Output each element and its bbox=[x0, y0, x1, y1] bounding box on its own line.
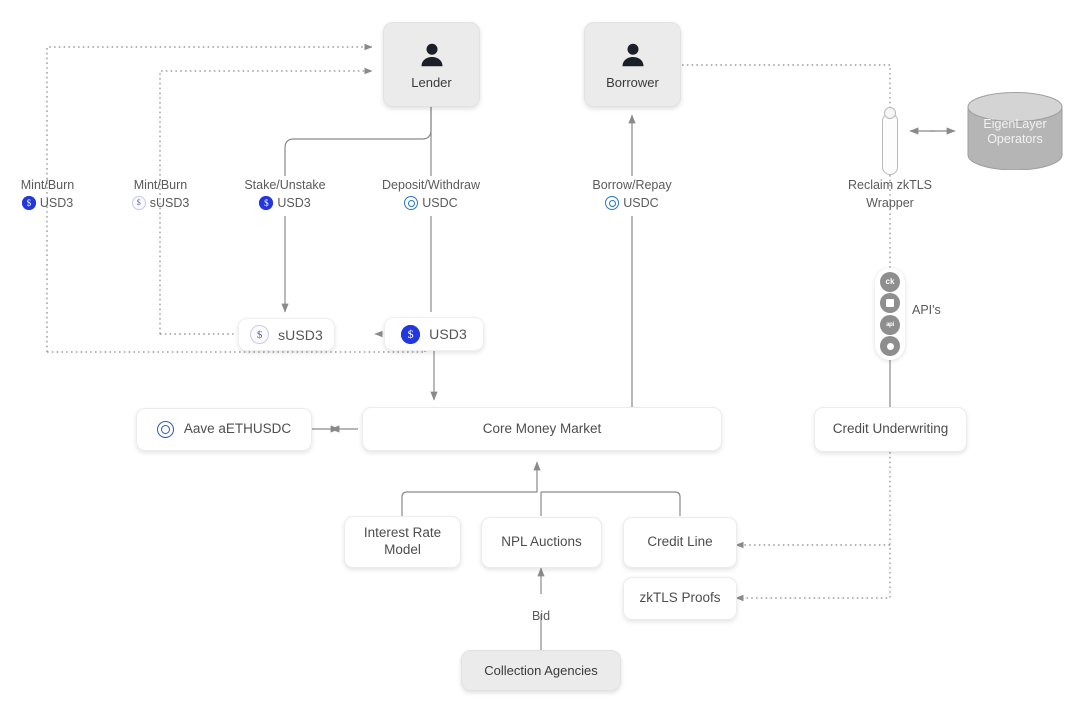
susd3-coin-icon bbox=[250, 325, 270, 344]
box-npl-auctions[interactable]: NPL Auctions bbox=[481, 517, 602, 568]
dot-api-icon bbox=[880, 336, 900, 357]
cylinder-label: EigenLayer Operators bbox=[965, 117, 1065, 147]
actor-borrower[interactable]: Borrower bbox=[584, 22, 681, 107]
person-icon bbox=[421, 43, 442, 66]
edge-label-line2: USDC bbox=[623, 196, 659, 211]
usd3-coin-icon bbox=[21, 196, 36, 211]
api-connectors-capsule[interactable]: ck api bbox=[875, 268, 905, 360]
usd3-coin-icon bbox=[259, 196, 274, 211]
box-aave-aethusdc[interactable]: Aave aETHUSDC bbox=[136, 408, 312, 451]
edge-label-line2: USD3 bbox=[277, 196, 311, 211]
box-credit-underwriting-label: Credit Underwriting bbox=[832, 421, 949, 437]
edge-label-line2: USDC bbox=[422, 196, 458, 211]
box-credit-line[interactable]: Credit Line bbox=[623, 517, 737, 568]
edge-label-borrow-repay: Borrow/Repay USDC bbox=[570, 176, 694, 212]
diagram-edges bbox=[46, 43, 956, 650]
api-label: API's bbox=[912, 303, 941, 317]
usd3-coin-icon bbox=[401, 324, 421, 344]
architecture-diagram: Lender Borrower Mint/Burn USD3 Mint/Burn… bbox=[0, 0, 1069, 709]
aave-coin-icon bbox=[156, 421, 174, 438]
edge-label-line1: Reclaim zkTLS bbox=[847, 178, 933, 192]
token-pill-susd3-label: sUSD3 bbox=[278, 326, 323, 343]
box-core-money-market-label: Core Money Market bbox=[482, 420, 602, 436]
bars-api-icon: api bbox=[880, 314, 900, 335]
cylinder-eigenlayer-operators[interactable]: EigenLayer Operators bbox=[965, 92, 1065, 170]
box-interest-rate-model[interactable]: Interest Rate Model bbox=[344, 516, 461, 568]
edge-label-line1: Mint/Burn bbox=[20, 178, 75, 192]
edge-label-line1: Deposit/Withdraw bbox=[382, 178, 480, 192]
box-zktls-proofs-label: zkTLS Proofs bbox=[639, 590, 721, 606]
edge-label-mint-burn-usd3: Mint/Burn USD3 bbox=[0, 176, 95, 212]
edge-label-line2: USD3 bbox=[39, 196, 74, 211]
edge-label-line2: sUSD3 bbox=[149, 196, 190, 211]
box-zktls-proofs[interactable]: zkTLS Proofs bbox=[623, 577, 737, 620]
actor-borrower-label: Borrower bbox=[606, 74, 659, 90]
square-api-icon bbox=[880, 293, 900, 314]
person-icon bbox=[622, 43, 643, 66]
edge-label-deposit-withdraw: Deposit/Withdraw USDC bbox=[367, 176, 495, 212]
edge-label-stake-unstake: Stake/Unstake USD3 bbox=[229, 176, 341, 212]
box-collection-agencies-label: Collection Agencies bbox=[484, 663, 598, 678]
box-aave-aethusdc-label: Aave aETHUSDC bbox=[183, 421, 292, 437]
edge-label-mint-burn-susd3: Mint/Burn sUSD3 bbox=[113, 176, 208, 212]
token-pill-usd3-label: USD3 bbox=[429, 326, 467, 342]
token-pill-susd3[interactable]: sUSD3 bbox=[238, 318, 335, 351]
usdc-coin-icon bbox=[404, 196, 419, 211]
ck-api-icon: ck bbox=[880, 271, 900, 292]
box-npl-auctions-label: NPL Auctions bbox=[501, 534, 582, 550]
token-pill-usd3[interactable]: USD3 bbox=[384, 317, 484, 351]
box-credit-line-label: Credit Line bbox=[647, 534, 713, 550]
edge-label-line1: Stake/Unstake bbox=[244, 178, 326, 192]
box-credit-underwriting[interactable]: Credit Underwriting bbox=[814, 407, 967, 452]
susd3-coin-icon bbox=[131, 196, 146, 211]
actor-lender-label: Lender bbox=[411, 74, 452, 90]
box-collection-agencies[interactable]: Collection Agencies bbox=[461, 650, 621, 691]
cylinder-label-line1: EigenLayer bbox=[983, 117, 1047, 132]
edge-label-reclaim-wrapper: Reclaim zkTLS Wrapper bbox=[828, 176, 952, 212]
cylinder-label-line2: Operators bbox=[987, 132, 1043, 147]
actor-lender[interactable]: Lender bbox=[383, 22, 480, 107]
usdc-coin-icon bbox=[605, 196, 620, 211]
edge-label-line2: Wrapper bbox=[866, 196, 914, 211]
edge-label-bid: Bid bbox=[513, 607, 569, 625]
box-core-money-market[interactable]: Core Money Market bbox=[362, 407, 722, 451]
edge-label-line1: Mint/Burn bbox=[133, 178, 188, 192]
reclaim-wrapper-knob-icon bbox=[884, 107, 896, 119]
edge-label-line1: Borrow/Repay bbox=[592, 178, 672, 192]
reclaim-zktls-wrapper[interactable] bbox=[882, 113, 898, 175]
box-interest-rate-model-label: Interest Rate Model bbox=[363, 525, 442, 557]
edge-label-line1: Bid bbox=[531, 609, 551, 623]
